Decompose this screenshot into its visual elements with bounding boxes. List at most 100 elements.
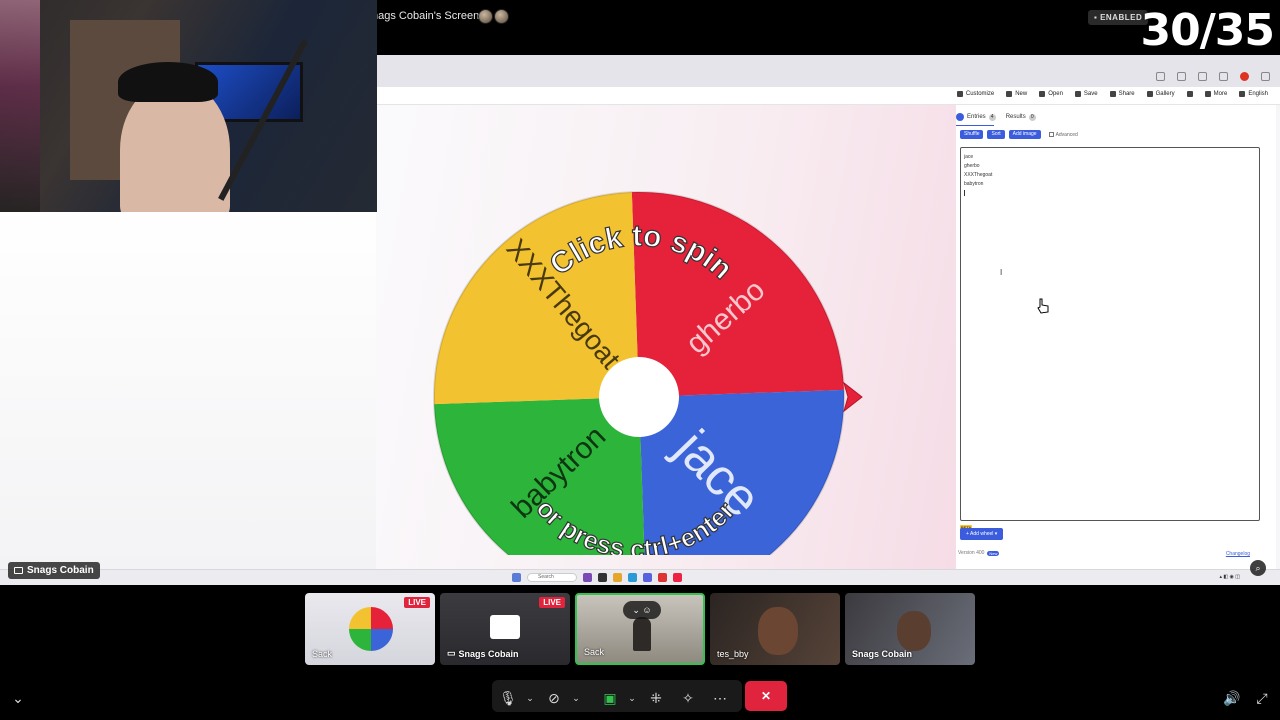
browser-chrome: [376, 55, 1280, 87]
toolbar-item-label: English: [1248, 91, 1268, 97]
zoom-icon[interactable]: ⌕: [1250, 560, 1266, 576]
soundboard-icon[interactable]: ✧: [674, 684, 702, 712]
toolbar-item-save[interactable]: Save: [1074, 91, 1098, 97]
tile-controls[interactable]: ⌄ ☺: [623, 601, 661, 619]
collapse-icon[interactable]: [956, 113, 964, 121]
spin-wheel[interactable]: gherbo jace babytron XXXThegoat Click to…: [376, 115, 956, 555]
profile-icon[interactable]: [1240, 72, 1249, 81]
add-image-button[interactable]: Add image: [1008, 130, 1041, 139]
live-badge: LIVE: [404, 597, 430, 608]
toolbar-item-label: Share: [1118, 91, 1135, 97]
participant-name: ▭ Snags Cobain: [447, 648, 519, 659]
mini-wheel: [349, 607, 393, 651]
taskbar-search[interactable]: Search: [527, 573, 577, 582]
start-icon[interactable]: [512, 573, 521, 582]
entry-line: jace: [964, 154, 974, 160]
fullscreen-icon: [1186, 91, 1193, 97]
extensions-icon[interactable]: [1177, 72, 1186, 81]
sidebar-icon[interactable]: [1198, 72, 1207, 81]
participant-tile[interactable]: LIVE ▭ Snags Cobain: [440, 593, 570, 665]
tab-results-label: Results: [1005, 114, 1026, 120]
toolbar-item-fullscreen[interactable]: [1186, 91, 1193, 97]
fullscreen-icon[interactable]: ⤢: [1248, 684, 1276, 712]
folder-icon[interactable]: [613, 573, 622, 582]
app-icon[interactable]: [673, 573, 682, 582]
app-icon[interactable]: [598, 573, 607, 582]
entry-line: XXXThegoat: [964, 172, 993, 178]
entry-line: gherbo: [964, 163, 980, 169]
checkbox-icon[interactable]: [1048, 132, 1054, 137]
toolbar-item-more[interactable]: More: [1204, 91, 1228, 97]
participant-name: Snags Cobain: [852, 649, 913, 659]
toolbar-items: Customize New Open Save Share Gallery More Engl…: [956, 91, 1268, 97]
toolbar-item-share[interactable]: Share: [1109, 91, 1135, 97]
chevron-down-icon[interactable]: ⌄: [4, 684, 32, 712]
shared-screen-left-area: [0, 205, 376, 569]
camera-options-icon[interactable]: ⌄: [562, 684, 590, 712]
active-tab-indicator: [956, 125, 994, 126]
browser-icon[interactable]: [628, 573, 637, 582]
toolbar-item-gallery[interactable]: Gallery: [1146, 91, 1175, 97]
entry-actions: Shuffle Sort Add image Advanced: [960, 130, 1078, 139]
more-options-icon[interactable]: ⋯: [706, 684, 734, 712]
enabled-label: ENABLED: [1100, 13, 1143, 22]
add-wheel-button[interactable]: + Add wheel ▾: [960, 528, 1004, 540]
add-wheel-label: Add wheel: [970, 531, 994, 537]
toolbar-item-new[interactable]: New: [1006, 91, 1027, 97]
share-icon: [1109, 91, 1116, 97]
participant-tile[interactable]: tes_bby: [710, 593, 840, 665]
avatar: [478, 9, 493, 24]
toolbar-item-label: More: [1213, 91, 1228, 97]
main-name-label: Snags Cobain: [8, 562, 100, 579]
app-icon[interactable]: [583, 573, 592, 582]
main-name-text: Snags Cobain: [27, 565, 94, 576]
activities-icon[interactable]: ⁜: [642, 684, 670, 712]
entry-counter: 30/35: [1140, 5, 1275, 56]
menu-icon[interactable]: [1261, 72, 1270, 81]
led-lights: [0, 0, 40, 212]
participant-name: Sack: [584, 647, 605, 657]
wheel-pointer-icon: [843, 381, 863, 413]
more-icon: [1204, 91, 1211, 97]
toolbar-item-label: New: [1015, 91, 1028, 97]
gallery-icon: [1146, 91, 1153, 97]
changelog-link[interactable]: Changelog: [1226, 551, 1250, 557]
toolbar-item-label: Save: [1083, 91, 1098, 97]
shuffle-button[interactable]: Shuffle: [960, 130, 984, 139]
toolbar-item-customize[interactable]: Customize: [956, 91, 995, 97]
volume-icon[interactable]: 🔊: [1218, 684, 1246, 712]
screen-share-preview: [490, 615, 520, 639]
open-icon: [1039, 91, 1046, 97]
toolbar-item-label: Gallery: [1155, 91, 1175, 97]
entries-textarea[interactable]: jace gherbo XXXThegoat babytron: [960, 147, 1260, 521]
system-tray: ▴ ◧ ◉ ◫: [1219, 574, 1241, 580]
save-icon: [1074, 91, 1081, 97]
results-count: 0: [1028, 113, 1036, 121]
toolbar-item-english[interactable]: English: [1239, 91, 1268, 97]
leave-call-button[interactable]: ✕: [745, 681, 787, 711]
new-badge: New: [987, 550, 1000, 556]
text-caret: [964, 190, 965, 196]
star-icon[interactable]: [1156, 72, 1165, 81]
advanced-label: Advanced: [1055, 131, 1078, 138]
discord-icon[interactable]: [643, 573, 652, 582]
download-icon[interactable]: [1219, 72, 1228, 81]
customize-icon: [956, 91, 963, 97]
participant-thumbnails: LIVE Sack LIVE ▭ Snags Cobain ⌄ ☺ Sack te…: [305, 593, 975, 665]
app-icon[interactable]: [658, 573, 667, 582]
participant-name: Sack: [312, 649, 333, 659]
screen-share-title: nags Cobain's Screen: [372, 10, 480, 22]
participant-tile[interactable]: LIVE Sack: [305, 593, 435, 665]
toolbar-item-label: Customize: [965, 91, 995, 97]
advanced-toggle[interactable]: Advanced: [1048, 131, 1078, 138]
entries-count: 4: [988, 113, 996, 121]
tab-entries[interactable]: Entries 4: [956, 113, 996, 121]
participant-tile-active[interactable]: ⌄ ☺ Sack: [575, 593, 705, 665]
screen-share-icon: [14, 567, 23, 574]
tab-results[interactable]: Results 0: [1005, 113, 1036, 121]
participant-video: [758, 607, 798, 655]
toolbar-item-open[interactable]: Open: [1039, 91, 1063, 97]
hand-cursor-icon: [1037, 298, 1049, 314]
sort-button[interactable]: Sort: [987, 130, 1005, 139]
participant-tile[interactable]: Snags Cobain: [845, 593, 975, 665]
